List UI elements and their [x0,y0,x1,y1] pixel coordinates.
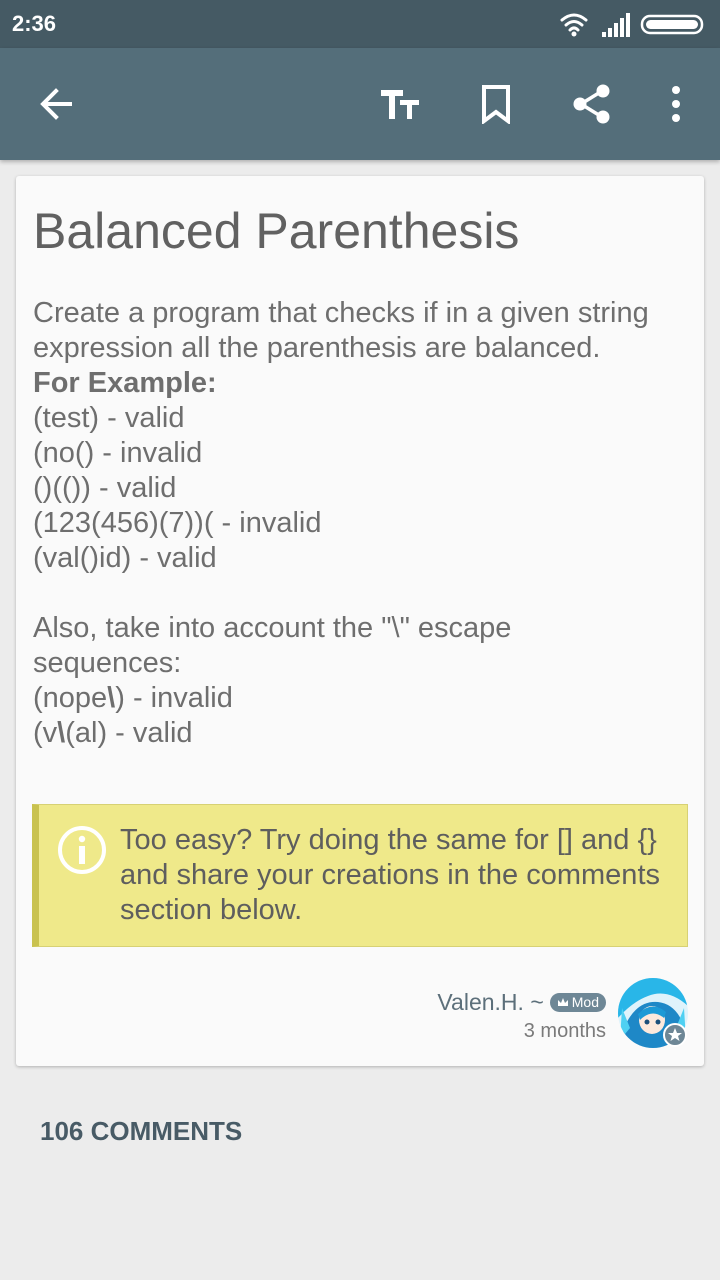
author-line: Valen.H. ~ Mod [437,988,606,1016]
escape-example-text: (al) - valid [65,717,193,749]
info-icon [58,826,106,874]
escape-example-line: (v\(al) - valid [33,716,683,751]
description-line: Create a program that checks if in a giv… [33,297,649,329]
more-vert-icon [672,86,680,122]
status-time: 2:36 [12,11,57,36]
example-line: (no() - invalid [33,437,203,469]
example-line: (test) - valid [33,402,185,434]
battery-icon [640,14,704,35]
wifi-icon [560,13,588,32]
bookmark-button[interactable] [468,76,524,132]
escape-example-text: (nope [33,682,108,714]
back-arrow-icon [40,88,72,120]
example-line: (123(456)(7))( - invalid [33,507,322,539]
description-line: Also, take into account the "\" escape [33,612,512,644]
description-line: expression all the parenthesis are balan… [33,332,601,364]
mod-badge-label: Mod [571,994,599,1010]
share-icon [573,84,610,124]
back-button[interactable] [28,76,84,132]
mod-badge: Mod [549,992,606,1012]
challenge-description: Create a program that checks if in a giv… [33,296,683,751]
challenge-card: Balanced Parenthesis Create a program th… [16,176,704,1066]
example-line: ()(()) - valid [33,472,177,504]
post-time: 3 months [523,1020,606,1042]
tip-text: Too easy? Try doing the same for [] and … [120,824,660,926]
escape-example-text: (v [33,717,58,749]
author-name[interactable]: Valen.H. ~ [437,989,543,1016]
crown-icon [557,998,568,1006]
escape-example-text: ) - invalid [115,682,233,714]
text-size-button[interactable] [372,76,428,132]
avatar[interactable] [618,978,688,1048]
bookmark-icon [482,85,510,124]
escape-example-line: (nope\) - invalid [33,681,683,716]
description-line: sequences: [33,647,182,679]
comments-count-button[interactable]: 106 COMMENTS [40,1116,242,1147]
text-size-icon [381,90,419,119]
share-button[interactable] [564,76,620,132]
status-icons [558,10,708,38]
example-line: (val()id) - valid [33,542,217,574]
signal-icon [602,13,630,37]
example-heading: For Example: [33,367,217,399]
more-options-button[interactable] [648,76,704,132]
challenge-title: Balanced Parenthesis [33,203,520,259]
status-bar: 2:36 [0,0,720,48]
tip-box: Too easy? Try doing the same for [] and … [32,804,688,947]
app-bar [0,48,720,160]
